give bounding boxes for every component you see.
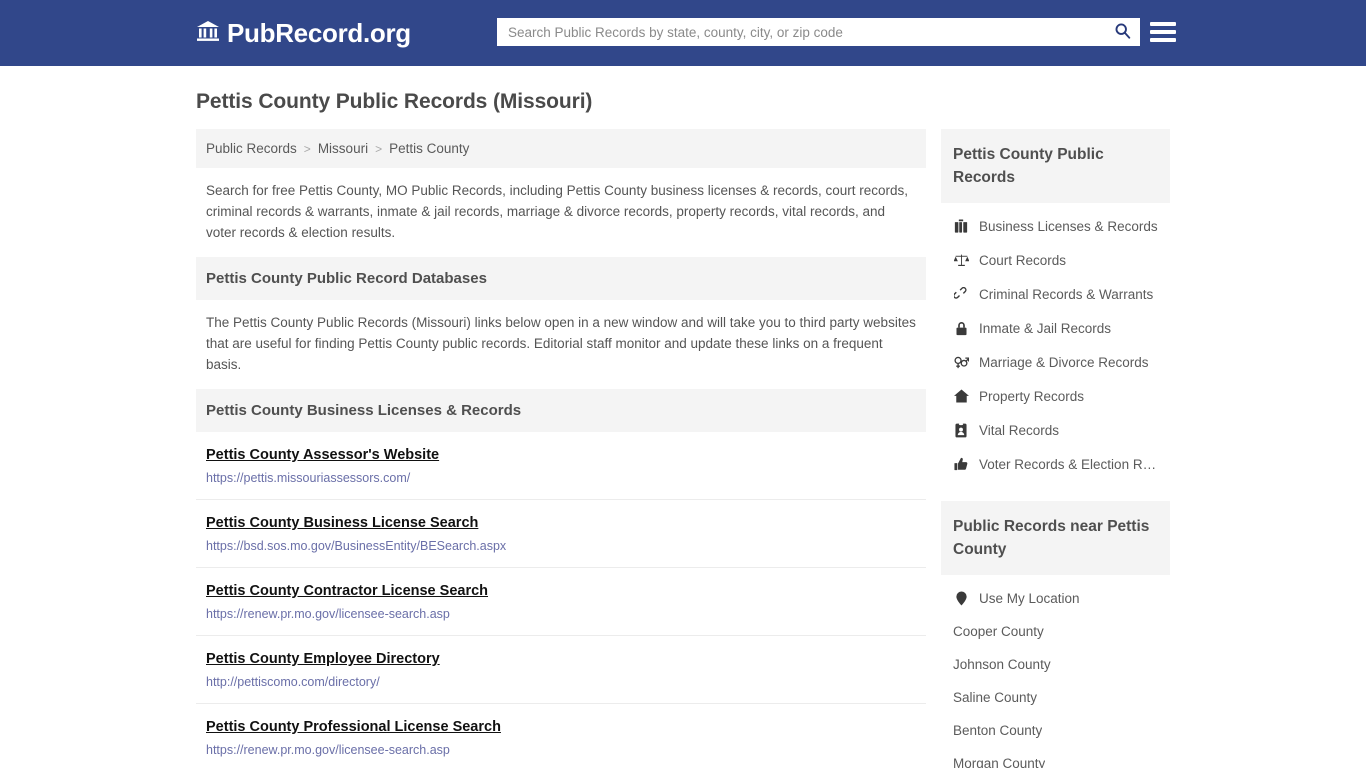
sidebar-item-johnson-county[interactable]: Johnson County: [941, 648, 1170, 681]
thumbs-up-icon: [953, 456, 969, 472]
hamburger-menu-icon[interactable]: [1150, 18, 1176, 46]
page-container: Pettis County Public Records (Missouri) …: [0, 66, 1366, 768]
sidebar-item-property-records[interactable]: Property Records: [941, 379, 1170, 413]
sidebar-item-label: Criminal Records & Warrants: [979, 286, 1154, 302]
breadcrumb: Public Records > Missouri > Pettis Count…: [196, 129, 926, 168]
sidebar-item-marriage-divorce-records[interactable]: Marriage & Divorce Records: [941, 345, 1170, 379]
sidebar-item-label: Business Licenses & Records: [979, 218, 1158, 234]
record-link-title[interactable]: Pettis County Contractor License Search: [206, 583, 488, 599]
record-link-title[interactable]: Pettis County Professional License Searc…: [206, 719, 501, 735]
handcuffs-icon: [953, 286, 969, 302]
list-item: Pettis County Contractor License Search …: [196, 568, 926, 636]
sidebar-item-label: Marriage & Divorce Records: [979, 354, 1149, 370]
record-link-url: https://pettis.missouriassessors.com/: [206, 471, 411, 485]
breadcrumb-item-public-records[interactable]: Public Records: [206, 141, 297, 156]
sidebar-item-label: Morgan County: [953, 756, 1046, 768]
list-item: Pettis County Business License Search ht…: [196, 500, 926, 568]
sidebar-item-label: Saline County: [953, 690, 1038, 705]
breadcrumb-item-pettis-county[interactable]: Pettis County: [389, 141, 469, 156]
search-button[interactable]: [1105, 19, 1139, 45]
site-logo-text: PubRecord.org: [227, 18, 411, 48]
id-badge-icon: [953, 422, 969, 438]
sidebar-near-heading: Public Records near Pettis County: [941, 501, 1170, 575]
map-pin-icon: [953, 590, 969, 606]
search-input[interactable]: [498, 19, 1105, 45]
business-licenses-heading: Pettis County Business Licenses & Record…: [196, 389, 926, 432]
sidebar-item-inmate-jail-records[interactable]: Inmate & Jail Records: [941, 311, 1170, 345]
sidebar-item-label: Vital Records: [979, 422, 1060, 438]
sidebar-item-label: Court Records: [979, 252, 1067, 268]
sidebar-item-benton-county[interactable]: Benton County: [941, 714, 1170, 747]
search-bar: [497, 18, 1140, 46]
breadcrumb-item-missouri[interactable]: Missouri: [318, 141, 368, 156]
lock-icon: [953, 320, 969, 336]
briefcase-icon: [953, 218, 969, 234]
sidebar-item-label: Property Records: [979, 388, 1085, 404]
record-link-url: https://bsd.sos.mo.gov/BusinessEntity/BE…: [206, 539, 507, 553]
sidebar-item-saline-county[interactable]: Saline County: [941, 681, 1170, 714]
search-icon: [1114, 22, 1131, 42]
sidebar-records-heading: Pettis County Public Records: [941, 129, 1170, 203]
sidebar-near-list: Use My Location Cooper County Johnson Co…: [941, 575, 1170, 768]
sidebar-item-criminal-records[interactable]: Criminal Records & Warrants: [941, 277, 1170, 311]
breadcrumb-separator: >: [303, 141, 311, 156]
hamburger-bar: [1150, 38, 1176, 42]
list-item: Pettis County Employee Directory http://…: [196, 636, 926, 704]
list-item: Pettis County Assessor's Website https:/…: [196, 432, 926, 500]
breadcrumb-separator: >: [375, 141, 383, 156]
sidebar-item-label: Inmate & Jail Records: [979, 320, 1112, 336]
hamburger-bar: [1150, 22, 1176, 26]
sidebar-item-court-records[interactable]: Court Records: [941, 243, 1170, 277]
sidebar-item-use-my-location[interactable]: Use My Location: [941, 581, 1170, 615]
venus-mars-icon: [953, 354, 969, 370]
home-icon: [953, 388, 969, 404]
sidebar-item-cooper-county[interactable]: Cooper County: [941, 615, 1170, 648]
intro-paragraph: Search for free Pettis County, MO Public…: [206, 183, 909, 240]
sidebar: Pettis County Public Records Business Li…: [941, 129, 1170, 768]
bank-building-icon: [196, 20, 220, 47]
balance-scale-icon: [953, 252, 969, 268]
databases-paragraph: The Pettis County Public Records (Missou…: [206, 315, 916, 372]
databases-heading: Pettis County Public Record Databases: [196, 257, 926, 300]
page-title: Pettis County Public Records (Missouri): [196, 90, 593, 113]
record-link-url: http://pettiscomo.com/directory/: [206, 675, 380, 689]
sidebar-records-list: Business Licenses & Records Court Record…: [941, 203, 1170, 483]
hamburger-bar: [1150, 30, 1176, 34]
sidebar-item-voter-records[interactable]: Voter Records & Election R…: [941, 447, 1170, 481]
site-header: PubRecord.org: [0, 0, 1366, 66]
sidebar-item-label: Johnson County: [953, 657, 1051, 672]
sidebar-item-business-licenses[interactable]: Business Licenses & Records: [941, 209, 1170, 243]
sidebar-item-label: Benton County: [953, 723, 1043, 738]
record-link-title[interactable]: Pettis County Employee Directory: [206, 651, 440, 667]
record-link-url: https://renew.pr.mo.gov/licensee-search.…: [206, 607, 450, 621]
record-link-title[interactable]: Pettis County Business License Search: [206, 515, 478, 531]
sidebar-item-vital-records[interactable]: Vital Records: [941, 413, 1170, 447]
sidebar-item-label: Use My Location: [979, 590, 1080, 606]
sidebar-item-label: Cooper County: [953, 624, 1044, 639]
content-columns: Public Records > Missouri > Pettis Count…: [196, 129, 1170, 768]
main-content: Public Records > Missouri > Pettis Count…: [196, 129, 926, 768]
sidebar-item-label: Voter Records & Election R…: [979, 456, 1157, 472]
site-logo[interactable]: PubRecord.org: [196, 20, 411, 47]
list-item: Pettis County Professional License Searc…: [196, 704, 926, 768]
record-link-title[interactable]: Pettis County Assessor's Website: [206, 447, 439, 463]
sidebar-item-morgan-county[interactable]: Morgan County: [941, 747, 1170, 768]
record-link-url: https://renew.pr.mo.gov/licensee-search.…: [206, 743, 450, 757]
